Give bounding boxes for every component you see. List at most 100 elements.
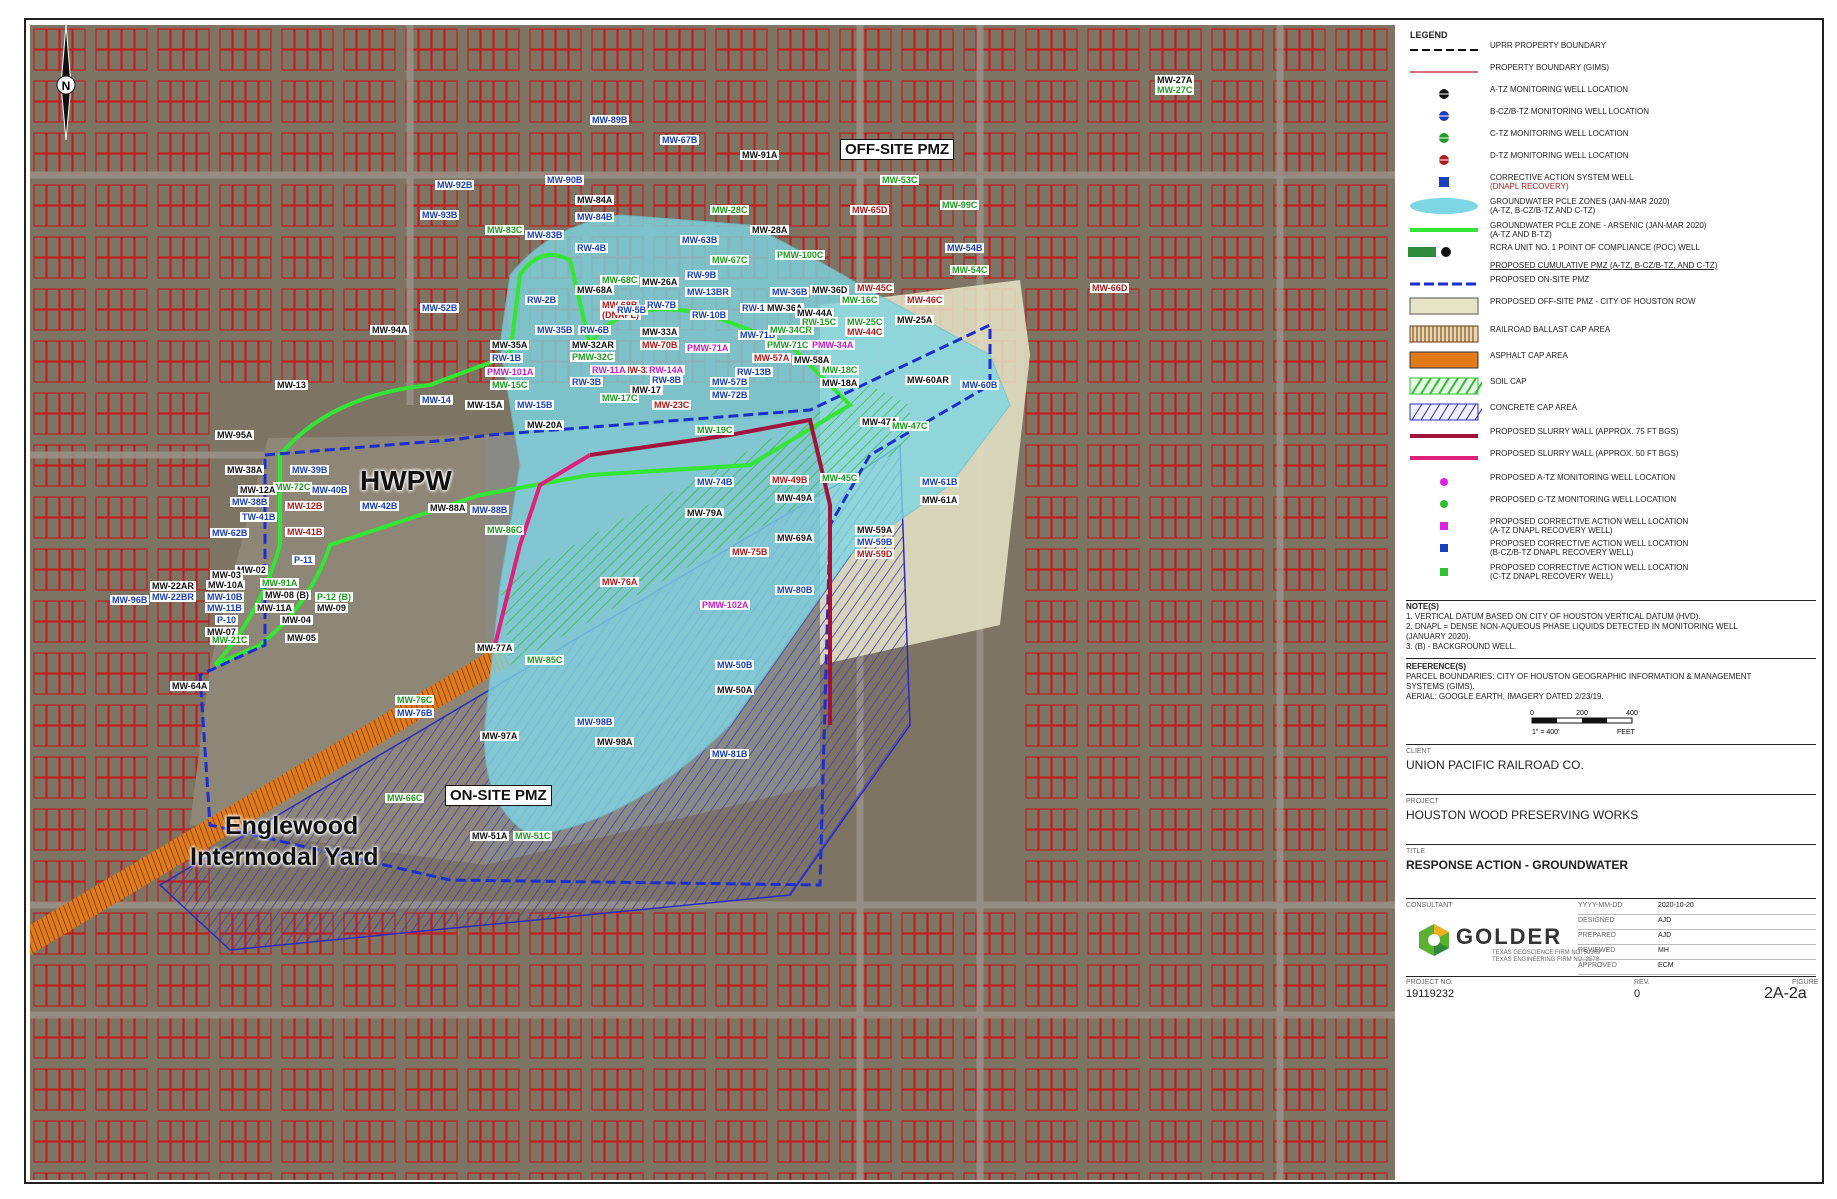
well-label[interactable]: MW-51A [470,831,510,841]
well-label[interactable]: MW-19C [695,425,735,435]
well-label[interactable]: MW-09 [315,603,348,613]
well-label[interactable]: MW-38B [230,497,270,507]
well-label[interactable]: MW-93B [420,210,460,220]
site-map[interactable]: MW-89B MW-67B MW-91A MW-92B MW-90B MW-84A MW-8… [30,25,1395,1180]
well-label[interactable]: MW-57B [710,377,750,387]
well-label[interactable]: RW-6B [578,325,612,335]
well-label[interactable]: PMW-32C [570,352,616,362]
well-label[interactable]: MW-12B [285,501,325,511]
well-label[interactable]: MW-38A [225,465,265,475]
well-label[interactable]: MW-54B [945,243,985,253]
well-label[interactable]: MW-67C [710,255,750,265]
well-label[interactable]: MW-34CR [768,325,814,335]
well-label[interactable]: MW-18C [820,365,860,375]
well-label[interactable]: MW-15C [490,380,530,390]
well-label[interactable]: RW-14A [647,365,686,375]
well-label[interactable]: MW-28A [750,225,790,235]
well-label[interactable]: MW-96B [110,595,150,605]
well-label[interactable]: RW-1B [490,353,524,363]
well-label[interactable]: RW-13B [735,367,774,377]
well-label[interactable]: MW-77A [475,643,515,653]
well-label[interactable]: MW-03 [210,570,243,580]
well-label[interactable]: MW-18A [820,378,860,388]
well-label[interactable]: MW-76C [395,695,435,705]
well-label[interactable]: MW-98A [595,737,635,747]
well-label[interactable]: MW-74B [695,477,735,487]
well-label[interactable]: MW-10B [205,592,245,602]
well-label[interactable]: MW-80B [775,585,815,595]
well-label[interactable]: MW-59D [855,549,895,559]
well-label[interactable]: MW-61B [920,477,960,487]
well-label[interactable]: P-10 [215,615,239,625]
well-label[interactable]: MW-79A [685,508,725,518]
well-label[interactable]: MW-50A [715,685,755,695]
well-label[interactable]: MW-60AR [905,375,951,385]
well-label[interactable]: MW-85C [525,655,565,665]
well-label[interactable]: MW-16C [840,295,880,305]
well-label[interactable]: PMW-71C [765,340,811,350]
well-label[interactable]: MW-47C [890,421,930,431]
well-label[interactable]: MW-52B [420,303,460,313]
well-label[interactable]: P-12 (B) [315,592,354,602]
well-label[interactable]: MW-81B [710,749,750,759]
well-label[interactable]: PMW-100C [775,250,826,260]
well-label[interactable]: PMW-101A [485,367,536,377]
well-label[interactable]: MW-23C [652,400,692,410]
well-label[interactable]: MW-72B [710,390,750,400]
well-label[interactable]: MW-12A [238,485,278,495]
well-label[interactable]: MW-61A [920,495,960,505]
well-label[interactable]: MW-64A [170,681,210,691]
well-label[interactable]: MW-65D [850,205,890,215]
well-label[interactable]: MW-27C [1155,85,1195,95]
well-label[interactable]: MW-36D [810,285,850,295]
well-label[interactable]: MW-22BR [150,592,196,602]
well-label[interactable]: MW-26A [640,277,680,287]
well-label[interactable]: PMW-71A [685,343,731,353]
well-label[interactable]: MW-66C [385,793,425,803]
well-label[interactable]: MW-15B [515,400,555,410]
well-label[interactable]: MW-68A [575,285,615,295]
well-label[interactable]: MW-83B [525,230,565,240]
well-label[interactable]: MW-76A [600,577,640,587]
well-label[interactable]: PMW-102A [700,600,751,610]
well-label[interactable]: MW-63B [680,235,720,245]
well-label[interactable]: MW-72C [273,482,313,492]
well-label[interactable]: MW-88A [428,503,468,513]
well-label[interactable]: MW-44C [845,327,885,337]
well-label[interactable]: RW-5B [615,305,649,315]
well-label[interactable]: MW-69A [775,533,815,543]
well-label[interactable]: TW-41B [240,512,278,522]
well-label[interactable]: MW-62B [210,528,250,538]
well-label[interactable]: MW-22AR [150,581,196,591]
well-label[interactable]: MW-88B [470,505,510,515]
well-label[interactable]: MW-11A [255,603,294,613]
well-label[interactable]: MW-76B [395,708,435,718]
well-label[interactable]: MW-40B [310,485,350,495]
well-label[interactable]: MW-67B [660,135,700,145]
well-label[interactable]: RW-2B [525,295,559,305]
well-label[interactable]: MW-45C [820,473,860,483]
well-label[interactable]: MW-25A [895,315,935,325]
well-label[interactable]: MW-13 [275,380,308,390]
well-label[interactable]: MW-59A [855,525,895,535]
well-label[interactable]: MW-36B [770,287,810,297]
well-label[interactable]: RW-9B [685,270,719,280]
well-label[interactable]: MW-15A [465,400,505,410]
well-label[interactable]: MW-53C [880,175,920,185]
well-label[interactable]: MW-27A [1155,75,1195,85]
well-label[interactable]: MW-95A [215,430,255,440]
well-label[interactable]: RW-7B [645,300,679,310]
well-label[interactable]: MW-14 [420,395,453,405]
well-label[interactable]: MW-17C [600,393,640,403]
well-label[interactable]: MW-97A [480,731,520,741]
well-label[interactable]: MW-57A [752,353,792,363]
well-label[interactable]: MW-60B [960,380,1000,390]
well-label[interactable]: MW-32AR [570,340,616,350]
well-label[interactable]: MW-08 (B) [263,590,311,600]
well-label[interactable]: MW-90B [545,175,585,185]
well-label[interactable]: MW-04 [280,615,313,625]
well-label[interactable]: MW-10A [206,580,246,590]
well-label[interactable]: MW-92B [435,180,475,190]
well-label[interactable]: MW-25C [845,317,885,327]
well-label[interactable]: PMW-34A [810,340,856,350]
